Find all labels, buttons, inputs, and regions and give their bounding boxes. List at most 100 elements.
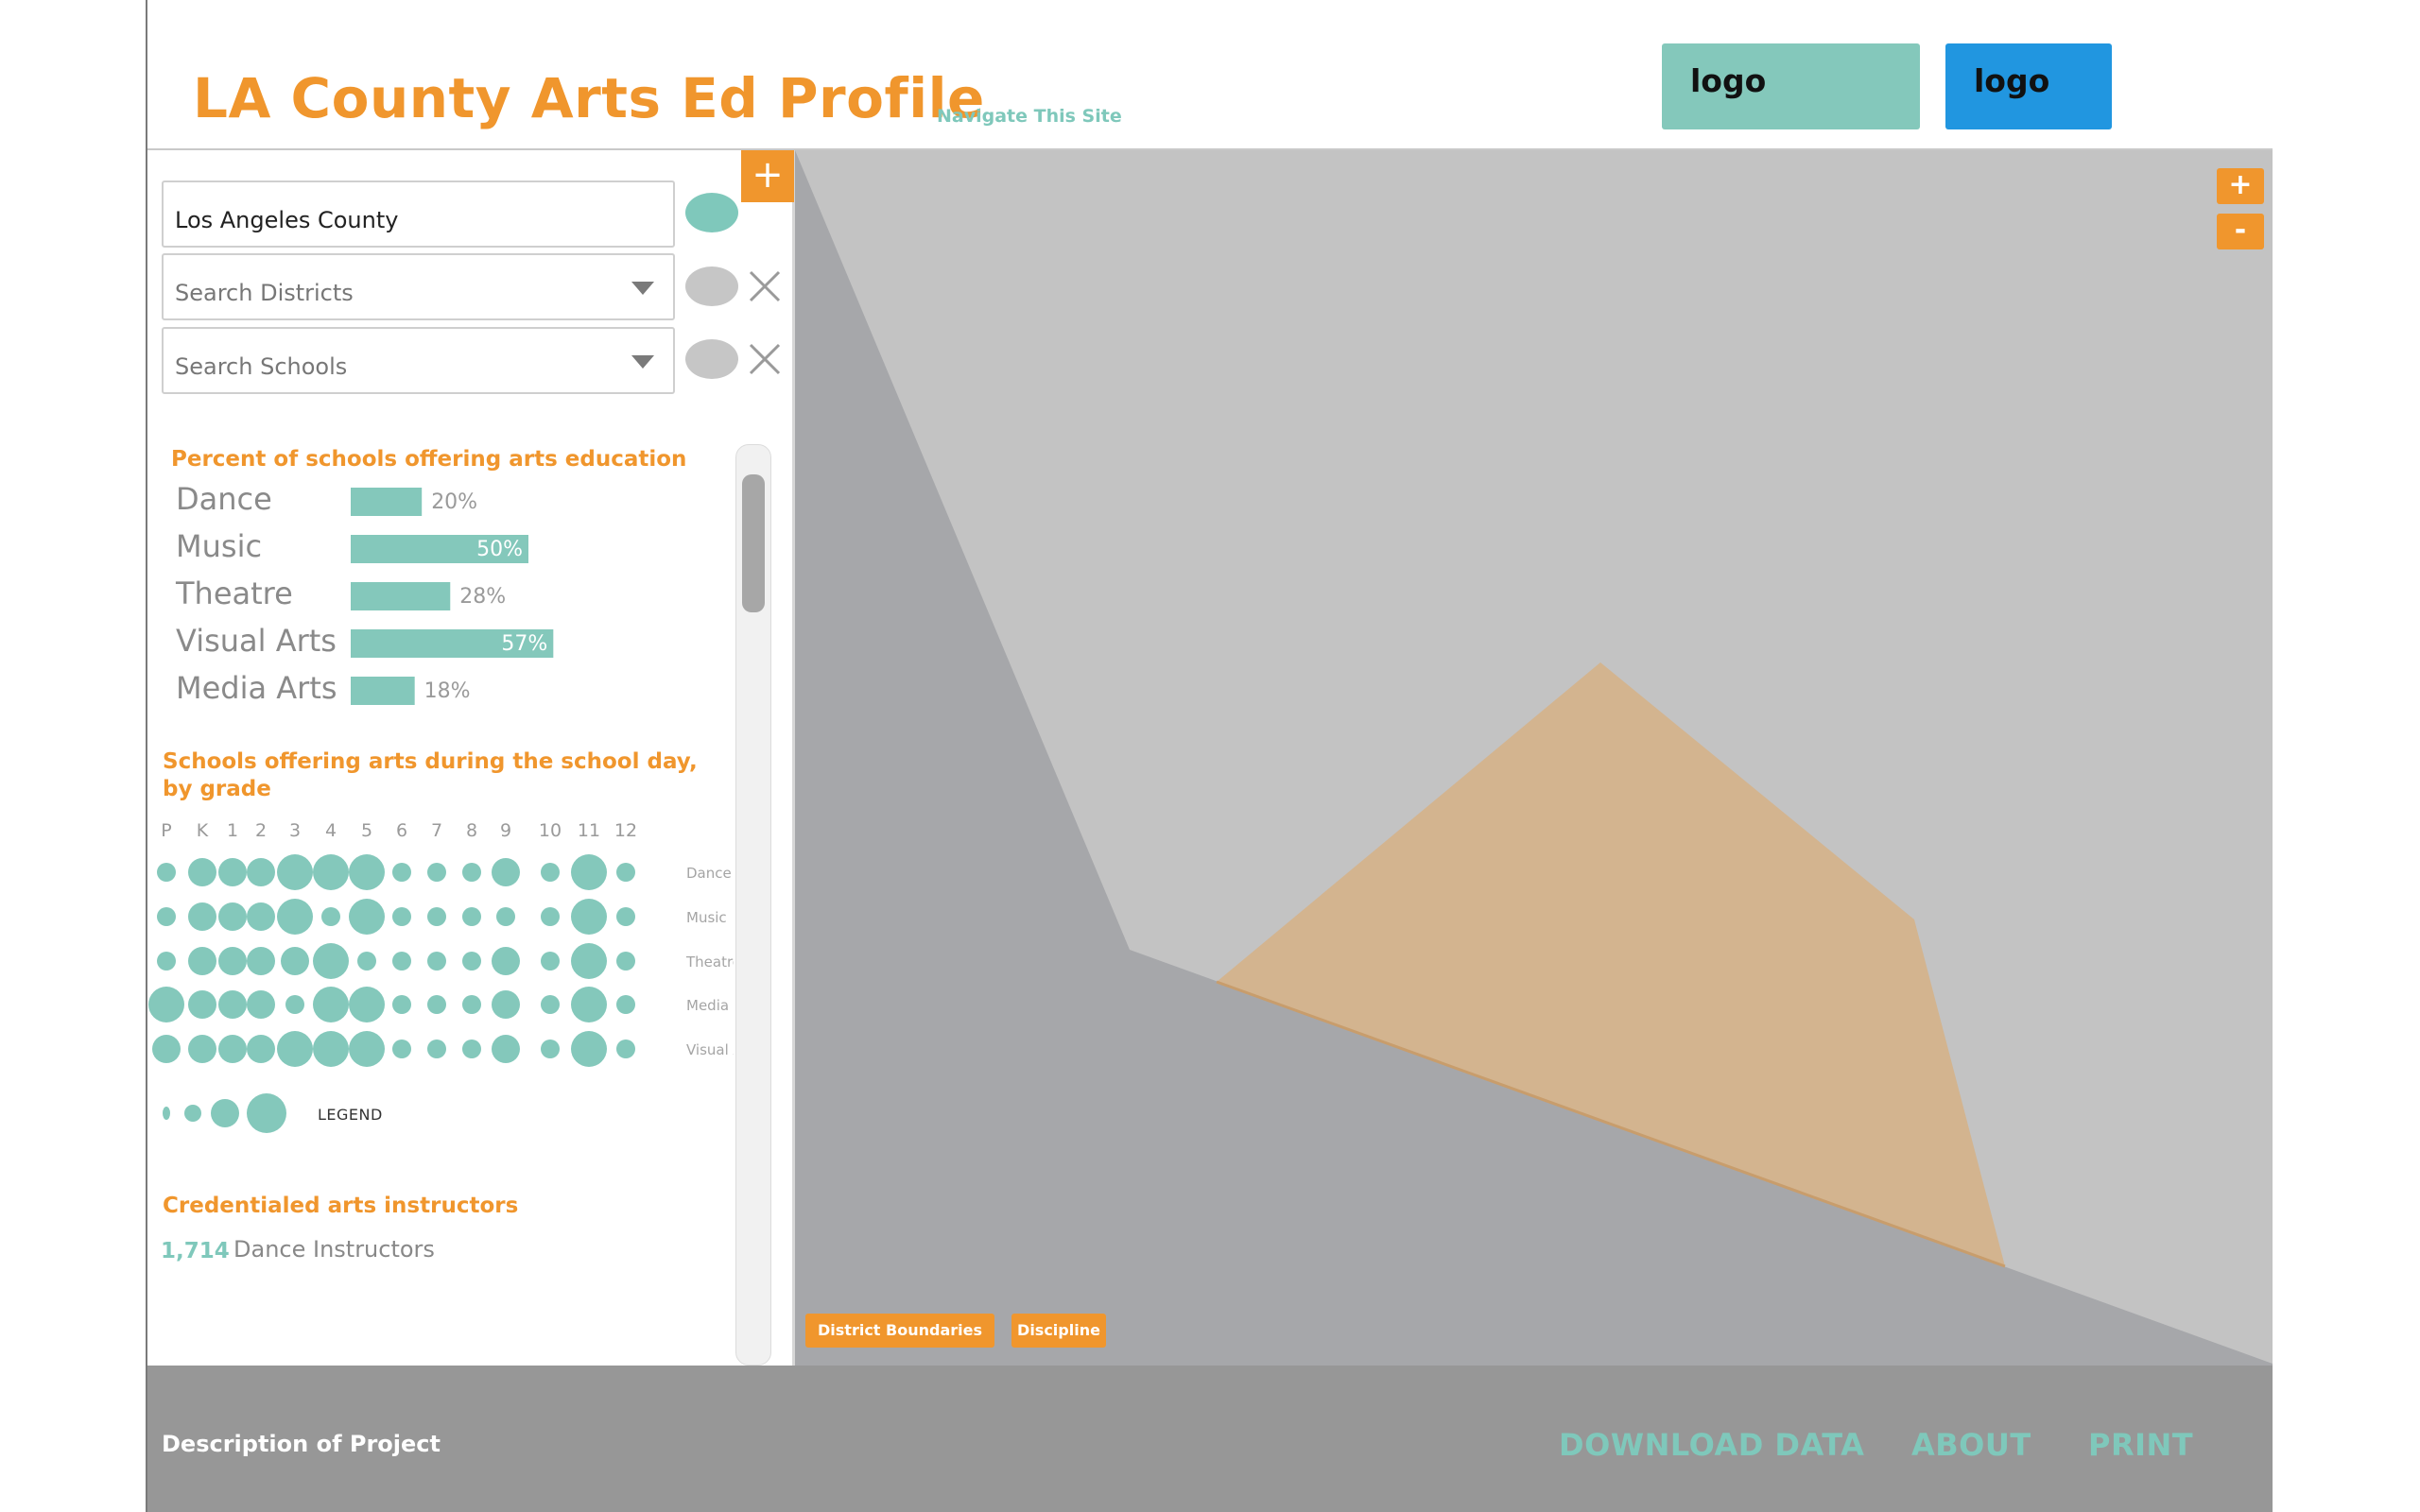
grade-bubble	[427, 907, 446, 926]
bar	[351, 677, 415, 705]
grade-bubble	[349, 987, 385, 1022]
grade-bubble	[285, 995, 304, 1014]
grade-tick-label: 10	[539, 820, 562, 841]
close-icon[interactable]	[748, 269, 782, 303]
page-title: LA County Arts Ed Profile	[193, 66, 985, 130]
add-location-button[interactable]: +	[741, 150, 794, 202]
grade-bubble	[616, 907, 635, 926]
grade-chart-title: Schools offering arts during the school …	[163, 748, 698, 803]
grade-bubble	[462, 952, 481, 971]
grade-bubble	[392, 863, 411, 882]
partner-logo-teal[interactable]: logo	[1662, 43, 1920, 129]
about-link[interactable]: ABOUT	[1911, 1427, 2031, 1463]
grade-tick-label: 3	[289, 820, 301, 841]
map-canvas[interactable]	[795, 150, 2273, 1366]
grade-bubble	[188, 858, 216, 886]
arts-percent-bar-chart: Dance 20% Music 50% Theatre 28% Visual Arts 57%…	[175, 481, 554, 706]
grade-bubble	[188, 902, 216, 931]
grade-bubble	[313, 987, 349, 1022]
grade-bubble	[392, 952, 411, 971]
grade-bubble	[492, 990, 520, 1019]
chevron-down-icon[interactable]	[631, 282, 654, 295]
download-data-link[interactable]: DOWNLOAD DATA	[1559, 1427, 1864, 1463]
bar-value-label: 57%	[501, 632, 547, 656]
instructors-label: Dance Instructors	[233, 1236, 435, 1263]
print-link[interactable]: PRINT	[2088, 1427, 2193, 1463]
grade-tick-label: 11	[578, 820, 600, 841]
navigate-site-link[interactable]: Navigate This Site	[937, 106, 1122, 127]
grade-bubble	[218, 947, 247, 975]
bar-value-label: 50%	[476, 538, 523, 561]
grade-bubble	[571, 899, 607, 935]
grade-bubble	[571, 854, 607, 890]
zoom-in-button[interactable]: +	[2217, 168, 2264, 204]
chevron-down-icon[interactable]	[631, 355, 654, 369]
grade-bubble	[541, 995, 560, 1014]
county-toggle[interactable]	[685, 193, 738, 232]
grade-bubble	[218, 1035, 247, 1063]
grade-bubble	[281, 947, 309, 975]
close-icon[interactable]	[748, 342, 782, 376]
grade-bubble	[247, 990, 275, 1019]
percent-chart-title: Percent of schools offering arts educati…	[171, 447, 687, 472]
grade-bubble	[277, 1031, 313, 1067]
bar	[351, 488, 423, 516]
grade-bubble	[571, 943, 607, 979]
grade-bubble	[247, 902, 275, 931]
school-search-placeholder: Search Schools	[175, 353, 348, 380]
grade-tick-label: P	[161, 820, 171, 841]
map-view[interactable]	[795, 150, 2273, 1366]
grade-bubble	[541, 1040, 560, 1058]
grade-tick-label: 6	[396, 820, 407, 841]
grade-tick-label: 4	[325, 820, 337, 841]
grade-bubble	[247, 947, 275, 975]
school-toggle[interactable]	[685, 339, 738, 379]
instructors-title: Credentialed arts instructors	[163, 1194, 519, 1218]
grade-bubble	[188, 990, 216, 1019]
bar-category-label: Dance	[176, 481, 272, 517]
grade-bubble	[218, 858, 247, 886]
scrollbar-thumb[interactable]	[742, 474, 765, 612]
grade-bubble	[188, 1035, 216, 1063]
grade-bubble	[392, 995, 411, 1014]
grade-bubble	[571, 987, 607, 1022]
bar-category-label: Theatre	[175, 576, 293, 611]
legend-bubble	[184, 1105, 201, 1122]
county-field[interactable]: Los Angeles County	[162, 180, 675, 248]
partner-logo-blue[interactable]: logo	[1945, 43, 2112, 129]
zoom-out-button[interactable]: -	[2217, 214, 2264, 249]
grade-bubble	[349, 1031, 385, 1067]
grade-bubble	[357, 952, 376, 971]
bar-category-label: Visual Arts	[176, 623, 337, 659]
grade-bubble	[349, 854, 385, 890]
grade-bubble	[462, 995, 481, 1014]
district-toggle[interactable]	[685, 266, 738, 306]
district-search-placeholder: Search Districts	[175, 280, 354, 306]
grade-chart-title-line-1: Schools offering arts during the school …	[163, 749, 698, 774]
grade-chart-title-line-2: by grade	[163, 777, 271, 801]
grade-bubble	[313, 1031, 349, 1067]
grade-bubble	[313, 854, 349, 890]
grade-bubble	[616, 995, 635, 1014]
grade-row-label: Media Arts	[686, 997, 734, 1014]
grade-bubble	[392, 1040, 411, 1058]
grade-bubble	[496, 907, 515, 926]
grade-bubble	[462, 863, 481, 882]
grade-bubble	[616, 1040, 635, 1058]
grade-bubble	[218, 902, 247, 931]
grade-row-label: Theatre	[685, 954, 734, 971]
school-search-input[interactable]: Search Schools	[162, 327, 675, 394]
grade-row-label: Visual Arts	[686, 1041, 734, 1058]
grade-bubble	[247, 1035, 275, 1063]
grade-bubble	[277, 854, 313, 890]
discipline-chip[interactable]: Discipline	[1011, 1314, 1106, 1348]
district-search-input[interactable]: Search Districts	[162, 253, 675, 320]
grade-tick-label: 2	[255, 820, 267, 841]
legend-bubble	[247, 1093, 286, 1133]
bar-category-label: Media Arts	[176, 670, 337, 706]
grade-bubble	[616, 952, 635, 971]
bar-value-label: 18%	[424, 679, 471, 703]
grade-bubble	[541, 863, 560, 882]
district-boundaries-chip[interactable]: District Boundaries	[805, 1314, 994, 1348]
grade-tick-label: 1	[227, 820, 238, 841]
